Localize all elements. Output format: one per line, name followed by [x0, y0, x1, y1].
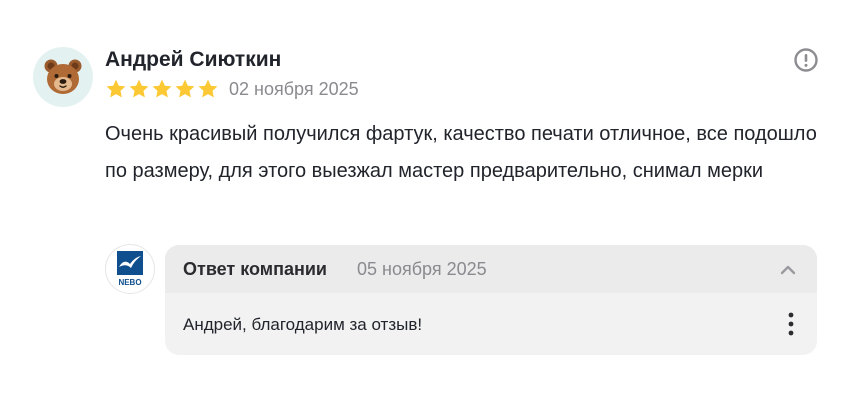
company-logo: NEBO — [105, 244, 155, 294]
star-icon — [129, 79, 149, 98]
author-name[interactable]: Андрей Сиюткин — [105, 48, 281, 72]
review-text: Очень красивый получился фартук, качеств… — [105, 123, 817, 182]
star-icon — [106, 79, 126, 98]
star-icon — [198, 79, 218, 98]
reply-date: 05 ноября 2025 — [357, 259, 487, 279]
avatar — [33, 47, 93, 107]
review-card: Андрей Сиюткин 02 ноября 2025 Очень крас… — [0, 0, 845, 402]
reply-title: Ответ компании — [183, 259, 327, 279]
seagull-logo-icon: NEBO — [117, 251, 143, 287]
company-reply: Ответ компании 05 ноября 2025 Андрей, бл… — [165, 245, 817, 355]
bear-face-icon — [44, 59, 82, 94]
star-icon — [152, 79, 172, 98]
reply-text: Андрей, благодарим за отзыв! — [183, 315, 423, 334]
exclamation-circle-icon[interactable] — [793, 47, 819, 73]
review-date: 02 ноября 2025 — [229, 79, 359, 99]
more-vertical-icon[interactable] — [783, 311, 799, 337]
star-rating — [105, 77, 219, 101]
chevron-up-icon[interactable] — [778, 260, 798, 280]
star-icon — [175, 79, 195, 98]
company-logo-text: NEBO — [118, 278, 141, 287]
reply-header[interactable]: Ответ компании 05 ноября 2025 — [165, 245, 817, 293]
